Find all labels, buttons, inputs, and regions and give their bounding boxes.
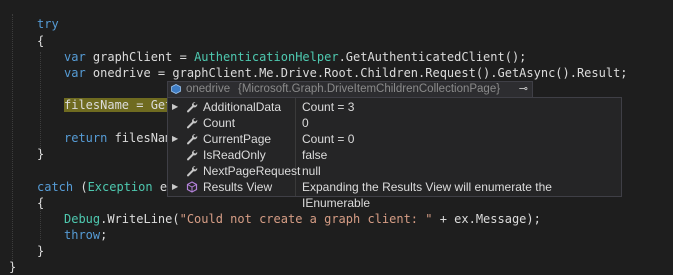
code-line-brace-close[interactable]: }	[37, 146, 44, 162]
keyword: catch	[37, 180, 74, 194]
type-name: AuthenticationHelper	[194, 50, 339, 64]
property-name: CurrentPage	[203, 132, 272, 146]
brace: {	[37, 34, 45, 48]
code-line-graphclient[interactable]: var graphClient = AuthenticationHelper.G…	[64, 49, 526, 65]
code-text: (	[73, 180, 88, 194]
brace: }	[37, 147, 45, 161]
indent-guide	[12, 14, 13, 270]
brace: {	[37, 196, 45, 210]
datatip-panel: ▶ AdditionalData Count = 3 Count 0 ▶ Cur…	[167, 97, 622, 210]
property-value: null	[302, 164, 321, 178]
code-line-brace[interactable]: {	[37, 33, 44, 49]
wrench-icon	[187, 150, 198, 161]
datatip-header[interactable]: onedrive {Microsoft.Graph.DriveItemChild…	[167, 81, 533, 98]
property-value: false	[302, 148, 328, 162]
string-literal: "Could not create a graph client: "	[179, 212, 433, 226]
datatip-row[interactable]: NextPageRequest null	[168, 163, 621, 179]
results-view-icon	[186, 181, 198, 193]
keyword: throw	[64, 228, 101, 242]
code-line-debug[interactable]: Debug.WriteLine("Could not create a grap…	[64, 211, 541, 227]
wrench-icon	[187, 118, 198, 129]
wrench-icon	[187, 166, 198, 177]
datatip-row[interactable]: ▶ AdditionalData Count = 3	[168, 99, 621, 115]
code-text: ;	[100, 228, 108, 242]
brace: }	[9, 260, 17, 274]
variable-cube-icon	[171, 84, 181, 94]
wrench-icon	[187, 102, 198, 113]
expand-arrow-icon[interactable]: ▶	[172, 179, 180, 195]
code-text: .WriteLine(	[100, 212, 180, 226]
property-name: Count	[203, 116, 236, 130]
property-value: Count = 0	[302, 132, 355, 146]
code-line-try[interactable]: try	[37, 16, 59, 32]
indent-guide	[40, 52, 41, 152]
keyword: try	[37, 17, 59, 31]
code-line-return[interactable]: return filesNam	[64, 130, 172, 146]
datatip-row[interactable]: Count 0	[168, 115, 621, 131]
highlighted-statement: filesName = Get	[64, 98, 173, 112]
code-text: filesNam	[107, 131, 173, 145]
code-line-brace[interactable]: {	[37, 195, 44, 211]
datatip-variable-name: onedrive	[186, 83, 231, 95]
property-name: NextPageRequest	[203, 164, 301, 178]
datatip-row[interactable]: IsReadOnly false	[168, 147, 621, 163]
brace: }	[37, 244, 45, 258]
property-name: IsReadOnly	[203, 148, 266, 162]
keyword: var	[64, 66, 86, 80]
keyword: var	[64, 50, 86, 64]
property-value: 0	[302, 116, 309, 130]
expand-arrow-icon[interactable]: ▶	[172, 99, 180, 115]
property-value: Expanding the Results View will enumerat…	[302, 180, 552, 210]
property-name: Results View	[203, 180, 273, 194]
code-text: + ex.Message);	[432, 212, 541, 226]
datatip-row[interactable]: ▶ CurrentPage Count = 0	[168, 131, 621, 147]
datatip-row[interactable]: ▶ Results View Expanding the Results Vie…	[168, 179, 621, 210]
keyword: return	[64, 131, 108, 145]
property-name: AdditionalData	[203, 100, 282, 114]
code-text: onedrive = graphClient.Me.Drive.Root.Chi…	[85, 66, 628, 80]
property-value: Count = 3	[302, 100, 355, 114]
code-line-catch[interactable]: catch (Exception ex	[37, 179, 174, 195]
code-text: .GetAuthenticatedClient();	[338, 50, 527, 64]
pin-icon[interactable]: ⊸	[519, 82, 528, 97]
code-line-throw[interactable]: throw;	[64, 227, 107, 243]
code-line-brace-close[interactable]: }	[37, 243, 44, 259]
code-line-onedrive[interactable]: var onedrive = graphClient.Me.Drive.Root…	[64, 65, 628, 81]
wrench-icon	[187, 134, 198, 145]
expand-arrow-icon[interactable]: ▶	[172, 131, 180, 147]
code-text: graphClient =	[85, 50, 195, 64]
datatip-variable-type: {Microsoft.Graph.DriveItemChildrenCollec…	[238, 83, 501, 95]
type-name: Debug	[64, 212, 101, 226]
code-line-filesname[interactable]: filesName = Get	[64, 97, 173, 113]
type-name: Exception	[87, 180, 153, 194]
